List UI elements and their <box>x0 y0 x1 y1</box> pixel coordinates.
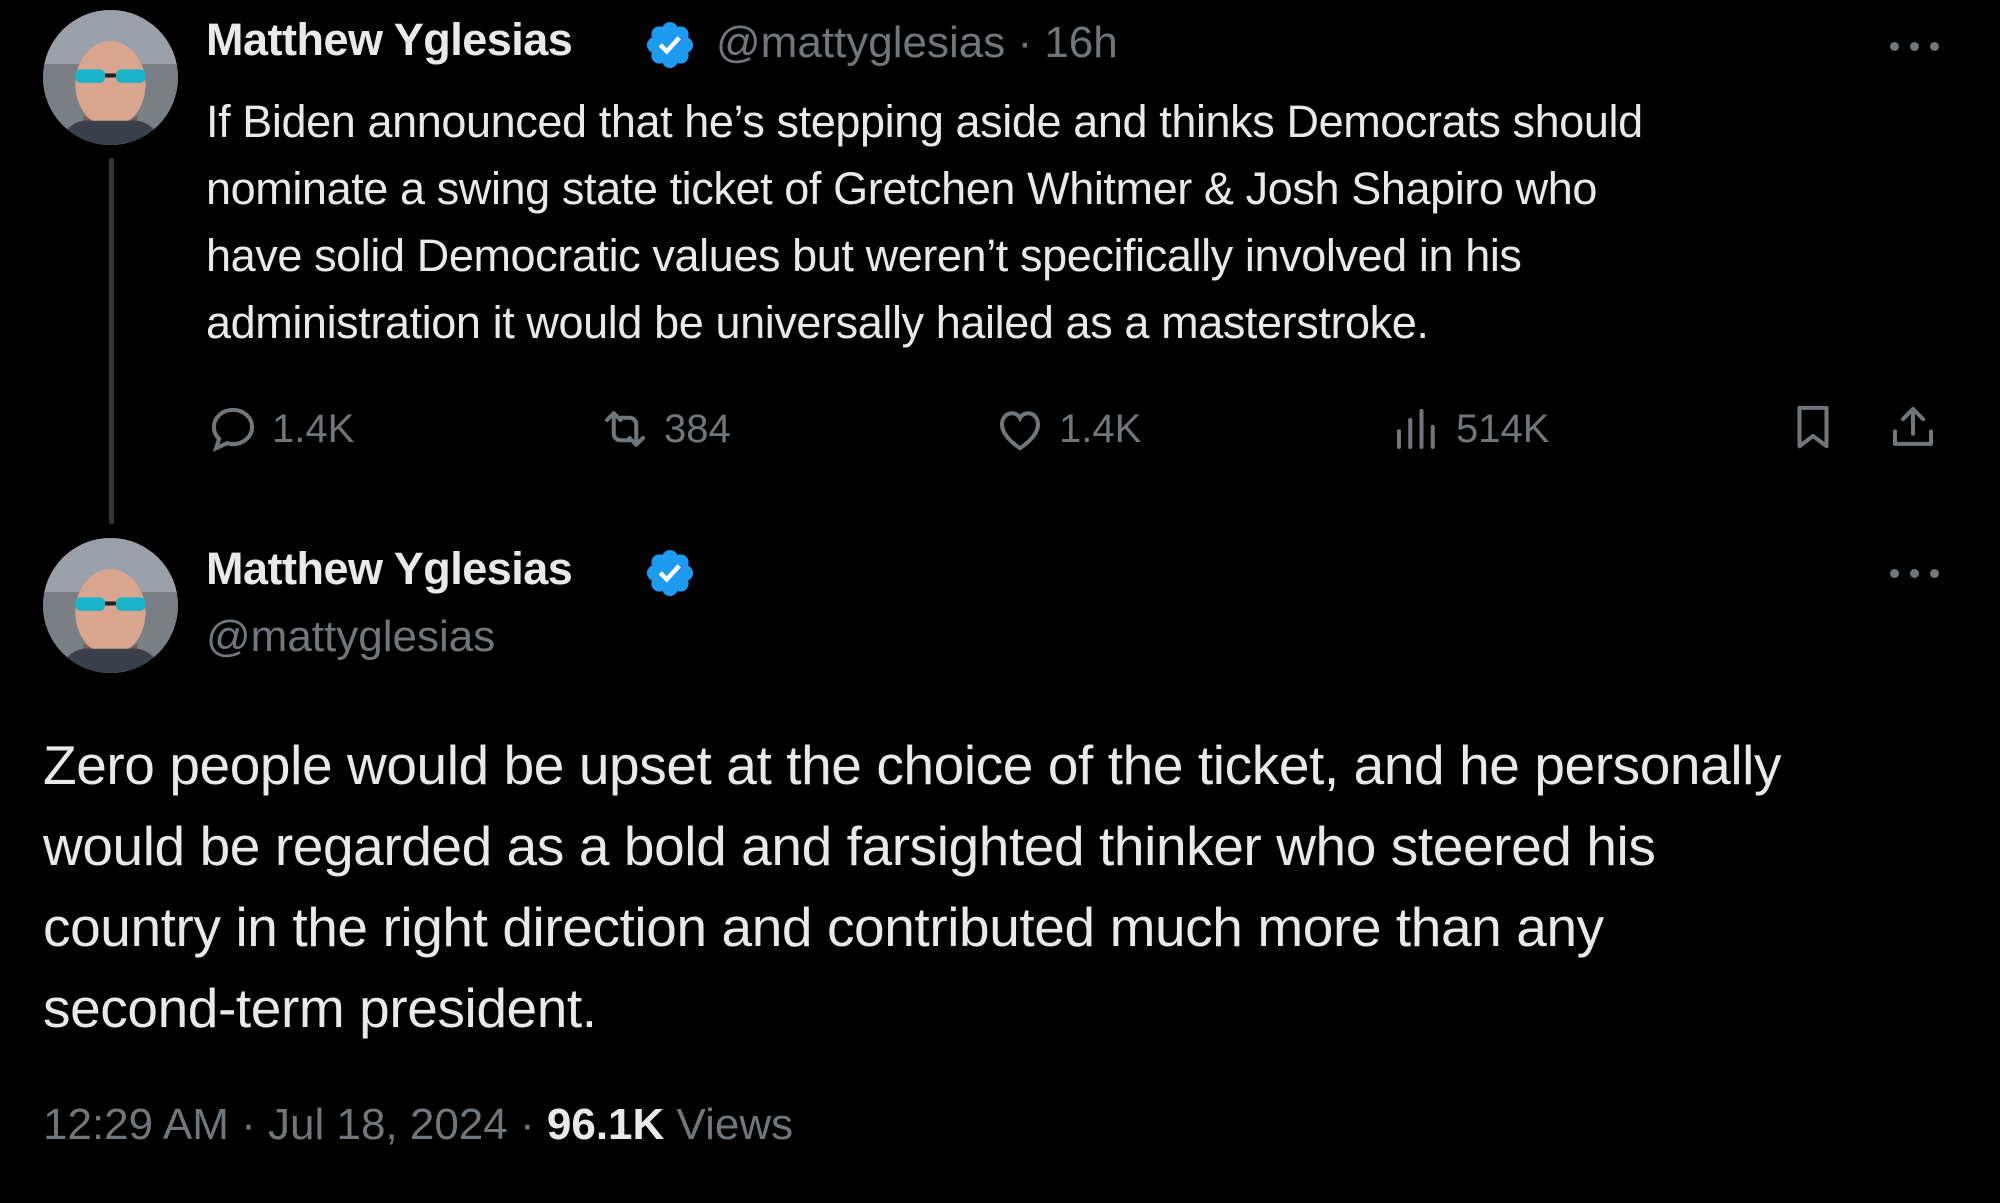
repost-button[interactable]: 384 <box>598 400 731 458</box>
more-icon <box>1890 569 1899 578</box>
views-icon <box>1396 408 1435 450</box>
post-time[interactable]: · 16h <box>1017 18 1117 67</box>
thread-connector-line <box>109 158 114 524</box>
more-options-button[interactable] <box>1890 567 1942 581</box>
repost-count: 384 <box>664 406 731 451</box>
more-icon-dot <box>1930 42 1939 51</box>
author-name[interactable]: Matthew Yglesias <box>206 543 573 595</box>
tweet-meta: 12:29 AM · Jul 18, 2024 · 96.1K Views <box>43 1100 793 1150</box>
more-options-button[interactable] <box>1890 40 1942 54</box>
reply-button[interactable]: 1.4K <box>206 400 354 458</box>
more-icon-dot <box>1910 569 1919 578</box>
reply-icon <box>211 407 255 452</box>
verified-badge-icon <box>646 21 694 69</box>
avatar-image <box>43 10 178 145</box>
more-icon-dot <box>1910 42 1919 51</box>
views-count: 96.1K <box>546 1100 665 1149</box>
like-count: 1.4K <box>1059 406 1142 451</box>
repost-icon <box>604 411 646 447</box>
avatar[interactable] <box>43 10 178 145</box>
avatar-image <box>43 538 178 673</box>
reply-count: 1.4K <box>272 406 355 451</box>
bookmark-icon[interactable] <box>1786 400 1840 454</box>
post-timestamp[interactable]: 12:29 AM · Jul 18, 2024 · <box>43 1100 535 1149</box>
author-name[interactable]: Matthew Yglesias <box>206 14 573 66</box>
share-icon[interactable] <box>1886 400 1940 454</box>
more-icon-dot <box>1930 569 1939 578</box>
like-button[interactable]: 1.4K <box>993 400 1141 458</box>
avatar[interactable] <box>43 538 178 673</box>
like-icon <box>999 411 1041 451</box>
verified-badge-icon <box>646 549 694 597</box>
author-handle[interactable]: @mattyglesias · 16h <box>716 18 1118 68</box>
handle-text[interactable]: @mattyglesias <box>716 18 1005 67</box>
views-label: Views <box>676 1100 794 1149</box>
tweet-text: If Biden announced that he’s stepping as… <box>206 96 1643 348</box>
tweet-text: Zero people would be upset at the choice… <box>43 734 1782 1039</box>
author-handle[interactable]: @mattyglesias <box>206 612 495 662</box>
view-count: 514K <box>1456 406 1550 451</box>
views-button[interactable]: 514K <box>1390 400 1549 458</box>
more-icon <box>1890 42 1899 51</box>
